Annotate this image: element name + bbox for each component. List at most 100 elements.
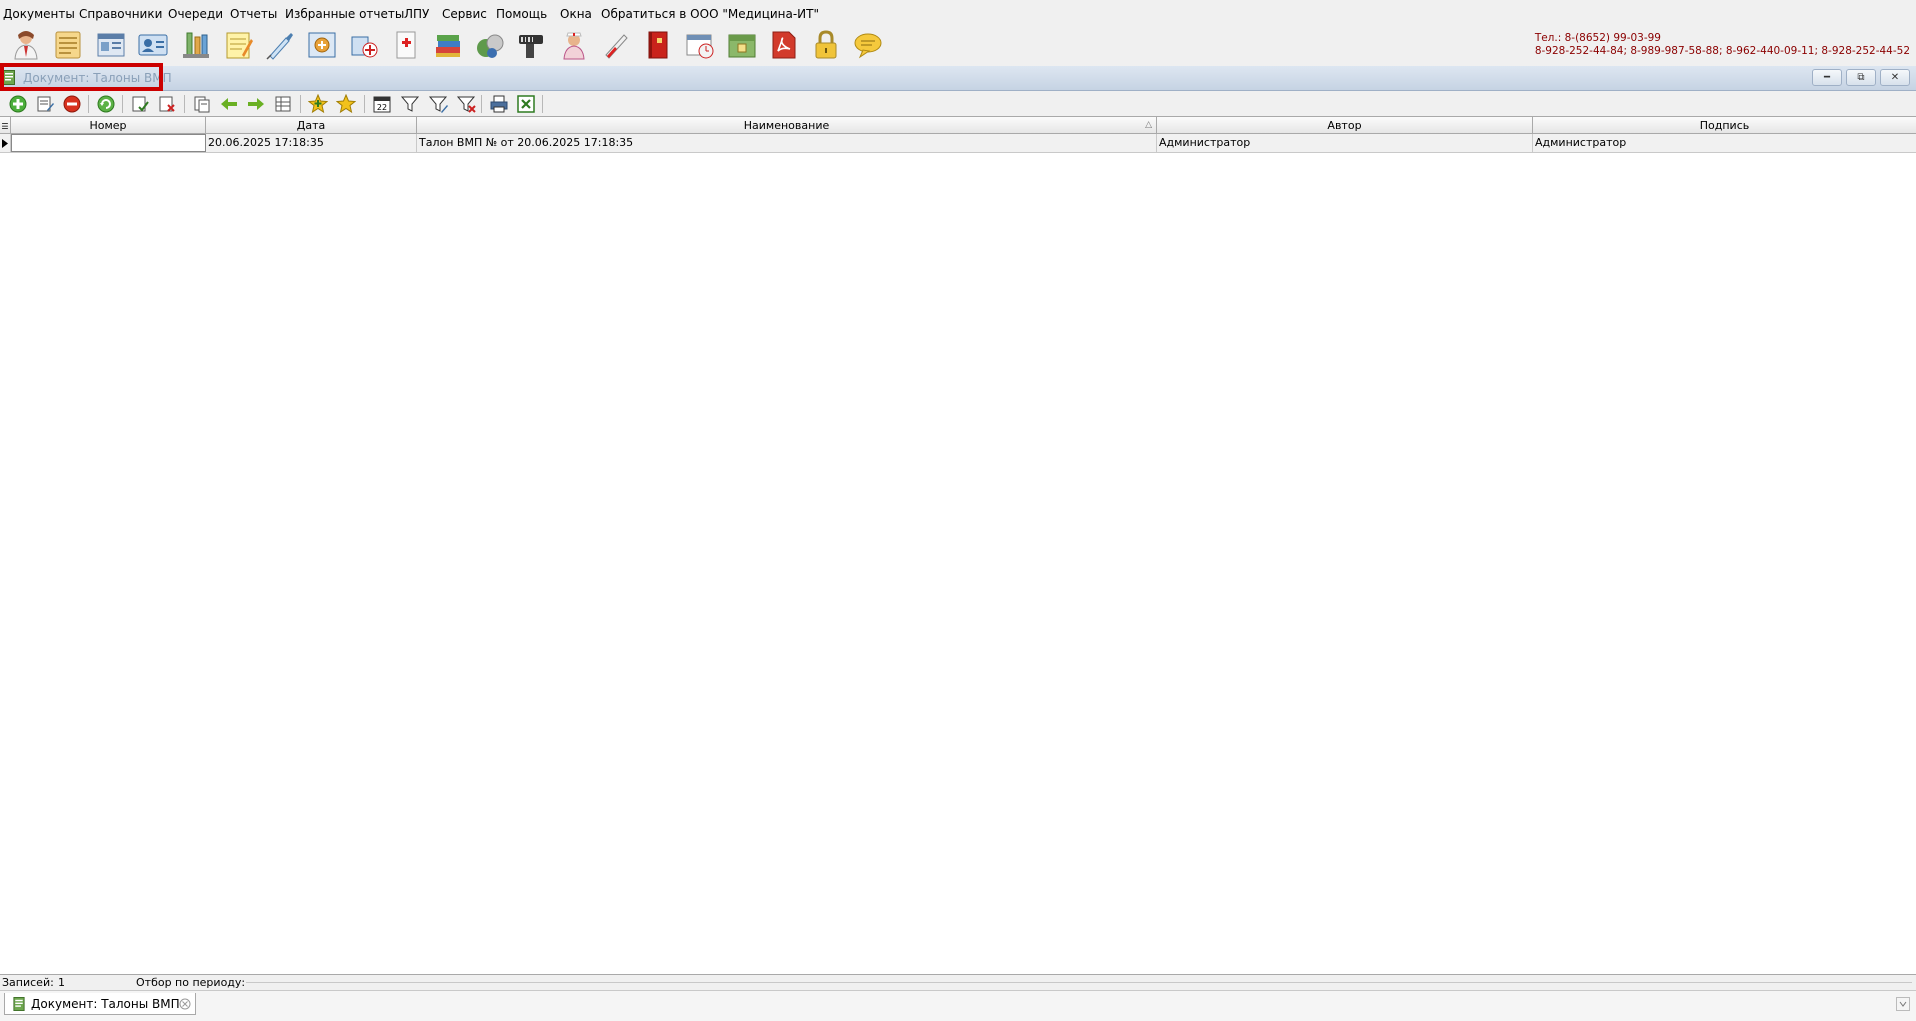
separator: [122, 95, 123, 113]
excel-icon[interactable]: [516, 94, 536, 114]
refresh-icon[interactable]: [96, 94, 116, 114]
filter-clear-icon[interactable]: [456, 94, 476, 114]
document-toolbar: 22: [0, 91, 1916, 116]
records-count: 1: [58, 976, 65, 989]
sort-ascending-icon: △: [1145, 120, 1152, 130]
title-highlight-box: [0, 63, 163, 91]
cell-author[interactable]: Администратор: [1157, 134, 1533, 152]
star-add-icon[interactable]: [308, 94, 328, 114]
pills-icon[interactable]: [474, 29, 506, 61]
column-header-signature[interactable]: Подпись: [1533, 117, 1916, 134]
column-header-number[interactable]: Номер: [11, 117, 206, 134]
document-window-titlebar: Документ: Талоны ВМП ━ ⧉ ✕: [0, 66, 1916, 91]
documents-grid: ☰ Номер Дата Наименование △ Автор Подпис…: [0, 116, 1916, 974]
chat-icon[interactable]: [852, 29, 884, 61]
menu-documents[interactable]: Документы: [3, 6, 75, 22]
doctor-icon[interactable]: [10, 29, 42, 61]
contact-phone-line1: Тел.: 8-(8652) 99-03-99: [1534, 32, 1661, 44]
close-icon: ✕: [1890, 72, 1900, 83]
menu-contact-support[interactable]: Обратиться в ООО "Медицина-ИТ": [601, 6, 819, 22]
status-bar: Записей: 1 Отбор по периоду:: [0, 974, 1916, 991]
column-chooser-icon: ☰: [1, 122, 9, 131]
add-icon[interactable]: [8, 94, 28, 114]
copy-icon[interactable]: [192, 94, 212, 114]
red-book-icon[interactable]: [642, 29, 674, 61]
table-row[interactable]: 20.06.2025 17:18:35 Талон ВМП № от 20.06…: [0, 134, 1916, 153]
menu-directories[interactable]: Справочники: [79, 6, 162, 22]
tab-list-button[interactable]: [1896, 997, 1910, 1011]
columns-icon[interactable]: [273, 94, 293, 114]
cell-name[interactable]: Талон ВМП № от 20.06.2025 17:18:35: [417, 134, 1157, 152]
records-label: Записей:: [2, 976, 54, 989]
menu-service[interactable]: Сервис: [442, 6, 487, 22]
cards-icon[interactable]: [95, 29, 127, 61]
document-icon: [13, 997, 25, 1011]
syringe-icon[interactable]: [264, 29, 296, 61]
calendar-icon[interactable]: [684, 29, 716, 61]
barcode-scanner-icon[interactable]: [516, 29, 548, 61]
minimize-button[interactable]: ━: [1812, 69, 1842, 86]
pharmacy-icon[interactable]: [348, 29, 380, 61]
separator: [481, 95, 482, 113]
column-header-name[interactable]: Наименование △: [417, 117, 1157, 134]
filter-edit-icon[interactable]: [428, 94, 448, 114]
check-icon[interactable]: [130, 94, 150, 114]
main-toolbar: Тел.: 8-(8652) 99-03-99 8-928-252-44-84;…: [0, 26, 1916, 67]
menu-help[interactable]: Помощь: [496, 6, 547, 22]
archive-icon[interactable]: [726, 29, 758, 61]
menu-favorite-reports[interactable]: Избранные отчеты: [285, 6, 404, 22]
menu-bar: Документы Справочники Очереди Отчеты Изб…: [0, 0, 1916, 26]
separator: [542, 95, 543, 113]
column-header-author[interactable]: Автор: [1157, 117, 1533, 134]
column-header-date[interactable]: Дата: [206, 117, 417, 134]
nurse-icon[interactable]: [558, 29, 590, 61]
menu-lpu[interactable]: ЛПУ: [404, 6, 429, 22]
filter-icon[interactable]: [400, 94, 420, 114]
journal-icon[interactable]: [52, 29, 84, 61]
cell-number[interactable]: [11, 134, 206, 152]
menu-windows[interactable]: Окна: [560, 6, 592, 22]
calendar-filter-icon[interactable]: 22: [372, 94, 392, 114]
period-filter-divider: [246, 982, 1912, 983]
menu-queues[interactable]: Очереди: [168, 6, 223, 22]
medical-record-icon[interactable]: [390, 29, 422, 61]
print-icon[interactable]: [489, 94, 509, 114]
close-window-button[interactable]: ✕: [1880, 69, 1910, 86]
separator: [364, 95, 365, 113]
thermometer-icon[interactable]: [600, 29, 632, 61]
books-icon[interactable]: [432, 29, 464, 61]
svg-text:22: 22: [377, 103, 387, 112]
delete-icon[interactable]: [62, 94, 82, 114]
minimize-icon: ━: [1823, 72, 1831, 83]
chevron-down-icon: [1899, 1001, 1907, 1007]
contact-phones: Тел.: 8-(8652) 99-03-99 8-928-252-44-84;…: [1535, 32, 1910, 58]
contact-phone-line2: 8-928-252-44-84; 8-989-987-58-88; 8-962-…: [1534, 45, 1910, 57]
restore-icon: ⧉: [1857, 72, 1865, 83]
arrow-right-icon[interactable]: [246, 94, 266, 114]
notepad-icon[interactable]: [222, 29, 254, 61]
pdf-icon[interactable]: [768, 29, 800, 61]
menu-reports[interactable]: Отчеты: [230, 6, 277, 22]
separator: [184, 95, 185, 113]
id-card-icon[interactable]: [137, 29, 169, 61]
grid-header: ☰ Номер Дата Наименование △ Автор Подпис…: [0, 116, 1916, 134]
arrow-left-icon[interactable]: [219, 94, 239, 114]
star-icon[interactable]: [336, 94, 356, 114]
uncheck-icon[interactable]: [157, 94, 177, 114]
cell-date[interactable]: 20.06.2025 17:18:35: [206, 134, 417, 152]
separator: [300, 95, 301, 113]
tab-label: Документ: Талоны ВМП: [31, 997, 180, 1011]
restore-button[interactable]: ⧉: [1846, 69, 1876, 86]
row-indicator-icon: [0, 134, 11, 152]
cell-signature[interactable]: Администратор: [1533, 134, 1916, 152]
close-icon[interactable]: [179, 998, 191, 1010]
separator: [88, 95, 89, 113]
edit-icon[interactable]: [35, 94, 55, 114]
registry-icon[interactable]: [306, 29, 338, 61]
window-tab-strip: Документ: Талоны ВМП: [0, 990, 1916, 1021]
lab-flask-icon[interactable]: [179, 29, 211, 61]
tab-document-vmp[interactable]: Документ: Талоны ВМП: [4, 993, 196, 1015]
column-chooser-button[interactable]: ☰: [0, 117, 11, 134]
lock-icon[interactable]: [810, 29, 842, 61]
period-filter-label: Отбор по периоду:: [136, 976, 246, 989]
